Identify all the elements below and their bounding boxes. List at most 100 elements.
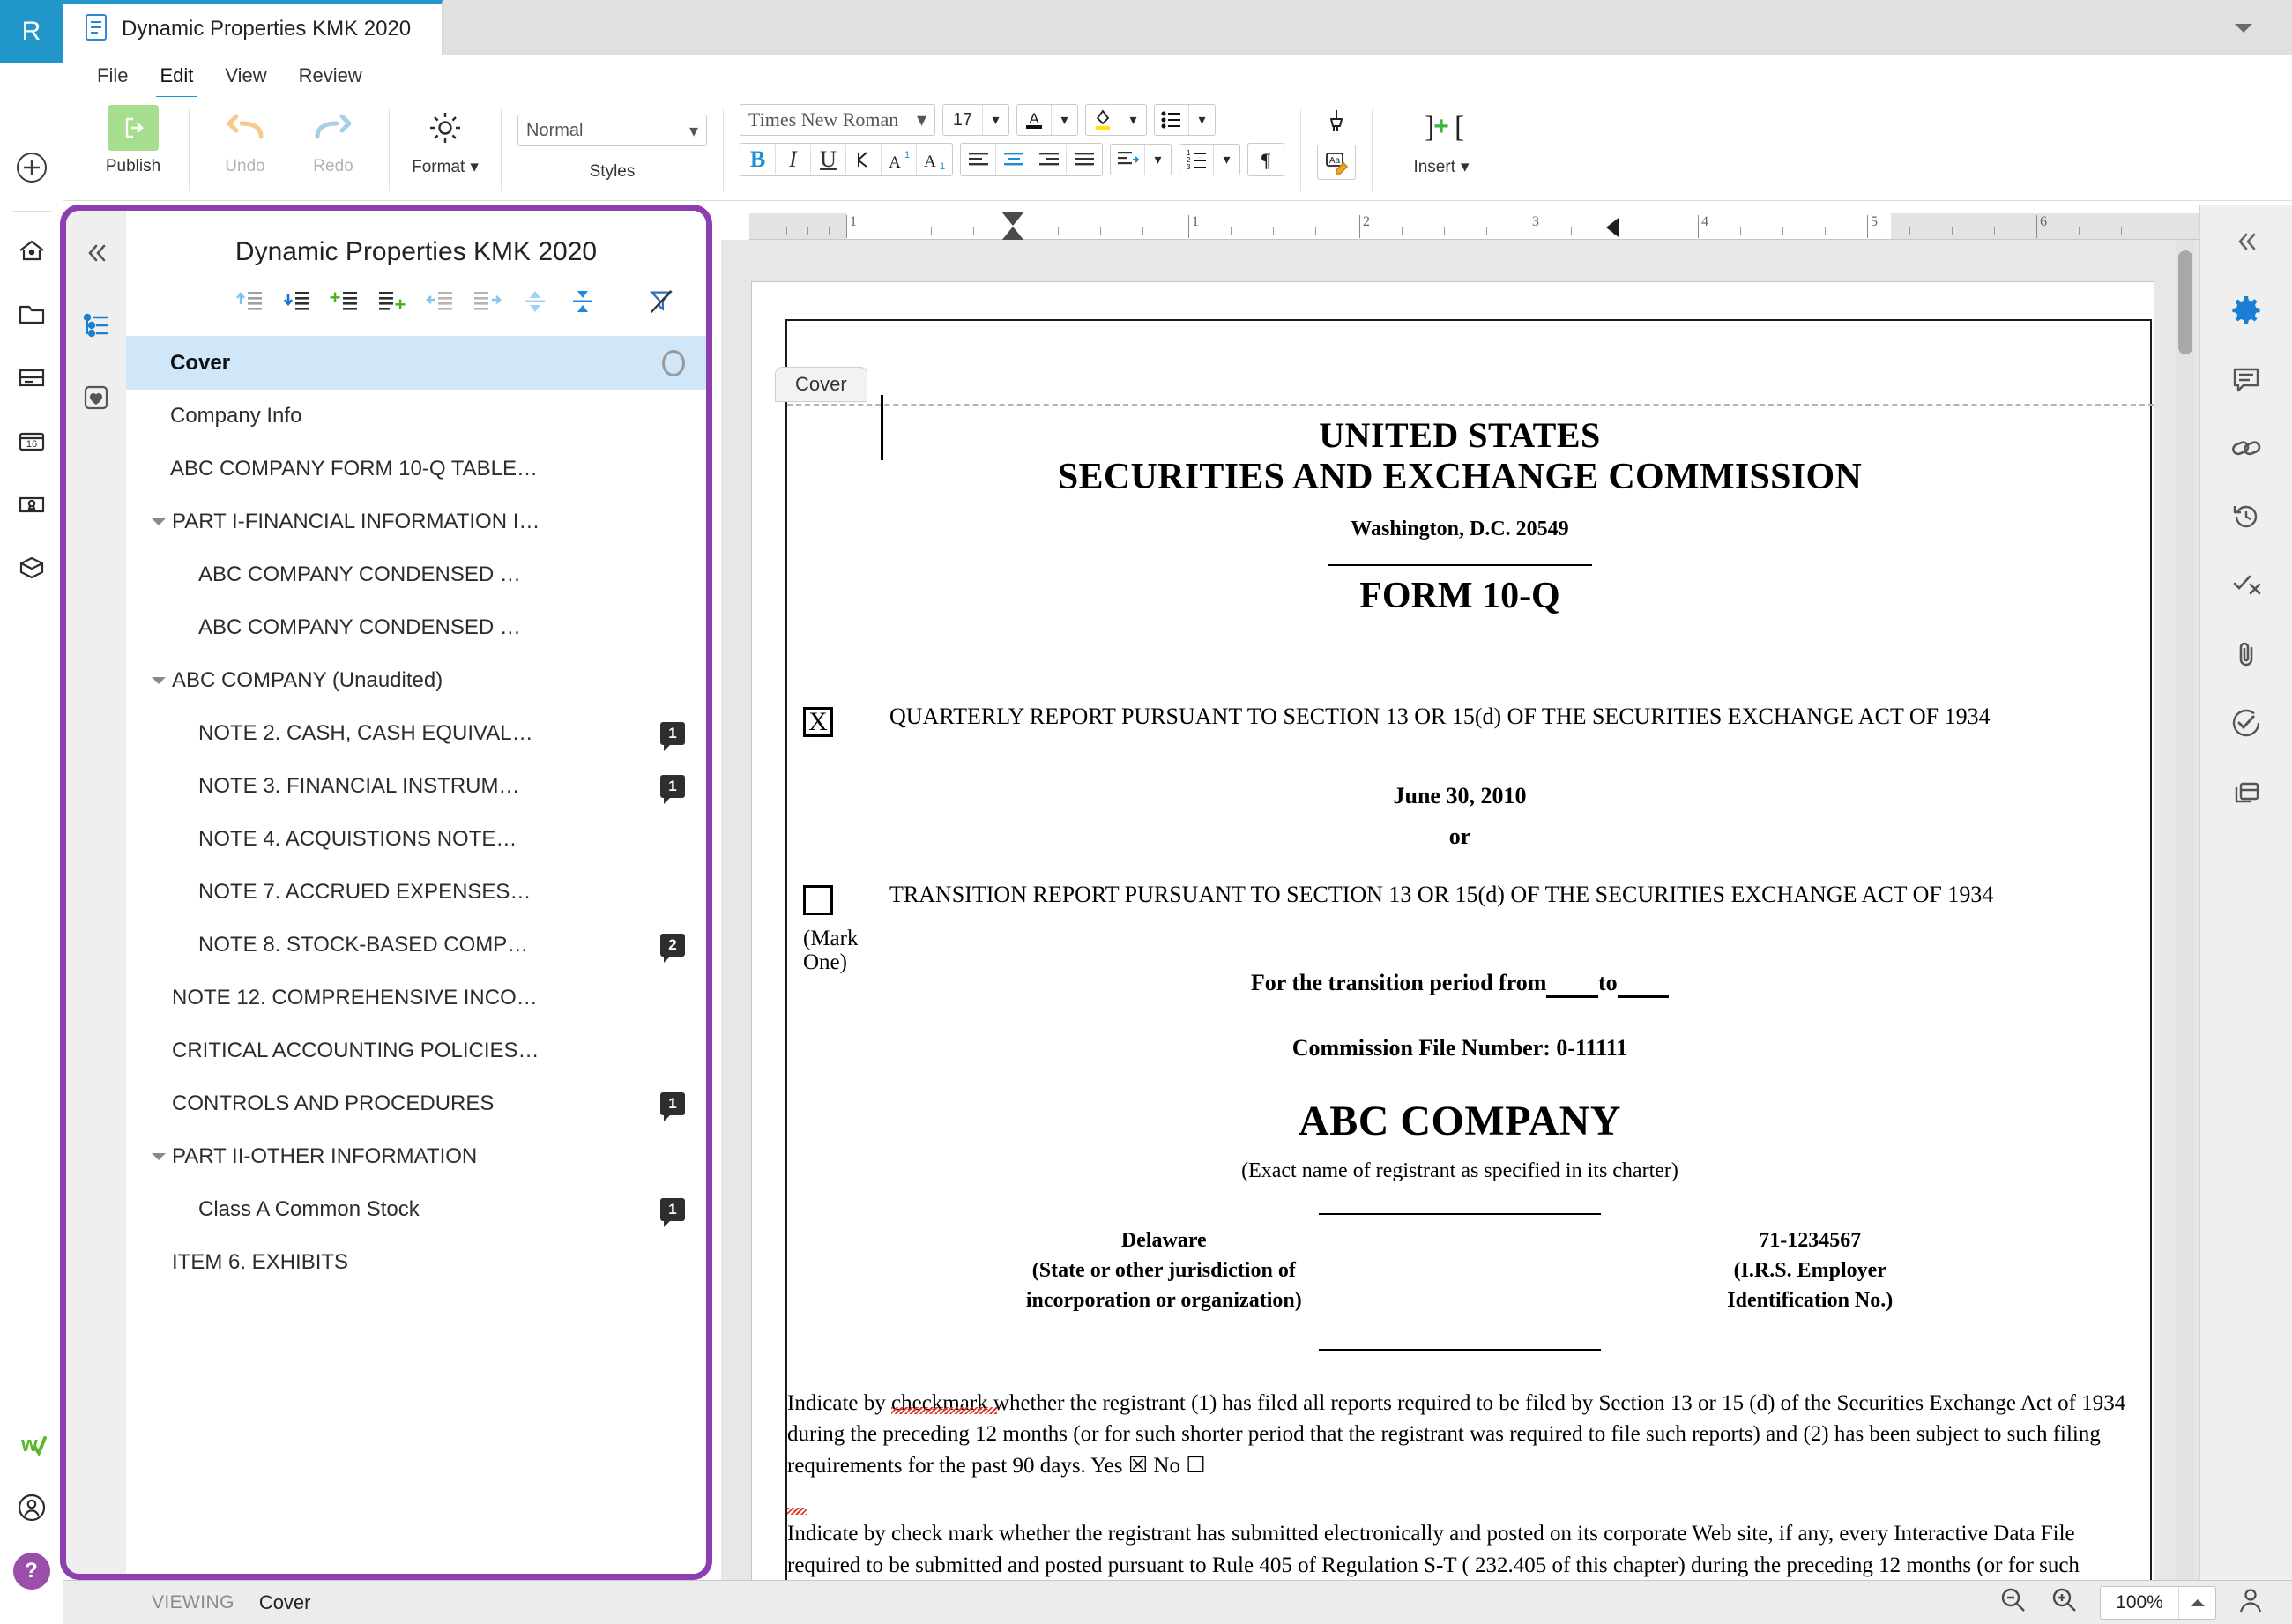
collapse-panel-icon[interactable] xyxy=(2219,217,2273,266)
status-circle-icon[interactable] xyxy=(662,350,685,376)
collapse-all-icon[interactable] xyxy=(568,287,598,317)
indent-marker-top[interactable] xyxy=(1001,212,1024,226)
text-edit-icon[interactable]: Aa xyxy=(1317,145,1356,180)
promote-up-icon[interactable] xyxy=(234,287,264,317)
outline-item-condensed-1[interactable]: ABC COMPANY CONDENSED … xyxy=(126,548,706,601)
chevron-down-icon[interactable]: ▾ xyxy=(1188,105,1215,135)
outline-item-item-6-exhibits[interactable]: ITEM 6. EXHIBITS xyxy=(126,1236,706,1289)
collapse-icon[interactable] xyxy=(73,232,119,274)
comment-count-badge[interactable]: 1 xyxy=(660,1092,685,1115)
align-right-icon[interactable] xyxy=(1031,144,1067,175)
vertical-scrollbar[interactable] xyxy=(2175,240,2194,1580)
align-left-icon[interactable] xyxy=(961,144,996,175)
outline-icon[interactable] xyxy=(73,304,119,346)
user-icon[interactable] xyxy=(0,1476,63,1539)
pilcrow-icon[interactable]: ¶ xyxy=(1248,144,1284,175)
chevron-down-icon[interactable] xyxy=(145,1151,172,1163)
chevron-down-icon[interactable] xyxy=(2230,19,2257,41)
help-icon[interactable]: ? xyxy=(0,1539,63,1603)
chevron-down-icon[interactable]: ▾ xyxy=(1051,105,1077,135)
superscript-icon[interactable]: A1 xyxy=(882,144,917,175)
add-icon[interactable] xyxy=(14,150,49,190)
drawer-icon[interactable] xyxy=(0,346,63,409)
add-section-below-icon[interactable]: + xyxy=(377,287,407,317)
section-tag[interactable]: Cover xyxy=(775,367,867,402)
chevron-up-icon[interactable] xyxy=(2178,1587,2215,1619)
format-painter-icon[interactable] xyxy=(1320,104,1353,138)
calendar-16-icon[interactable]: 16 xyxy=(0,409,63,473)
highlight-button[interactable]: ▾ xyxy=(1085,104,1147,136)
home-icon[interactable] xyxy=(0,219,63,282)
outline-item-note-12[interactable]: NOTE 12. COMPREHENSIVE INCO… xyxy=(126,972,706,1024)
font-color-button[interactable]: A ▾ xyxy=(1016,104,1078,136)
approve-check-icon[interactable] xyxy=(2219,698,2273,748)
horizontal-ruler[interactable]: 1 1 2 3 4 5 6 xyxy=(749,213,2199,240)
outline-item-critical-accounting[interactable]: CRITICAL ACCOUNTING POLICIES… xyxy=(126,1024,706,1077)
outline-item-note-3[interactable]: NOTE 3. FINANCIAL INSTRUM… 1 xyxy=(126,760,706,813)
align-center-icon[interactable] xyxy=(996,144,1031,175)
comment-count-badge[interactable]: 1 xyxy=(660,775,685,798)
chevron-down-icon[interactable] xyxy=(145,674,172,687)
transition-checkbox[interactable] xyxy=(803,885,833,915)
demote-down-icon[interactable] xyxy=(282,287,312,317)
chevron-down-icon[interactable] xyxy=(145,516,172,528)
link-icon[interactable] xyxy=(2219,423,2273,473)
chevron-down-icon[interactable]: ▾ xyxy=(1213,145,1239,175)
menu-item-file[interactable]: File xyxy=(81,59,144,93)
indent-button[interactable]: ▾ xyxy=(1110,144,1172,175)
attachment-icon[interactable] xyxy=(2219,629,2273,679)
right-indent-marker[interactable] xyxy=(1606,218,1619,237)
numbered-list-button[interactable]: 123 ▾ xyxy=(1179,144,1240,175)
history-icon[interactable] xyxy=(2219,492,2273,541)
certificate-mail-icon[interactable] xyxy=(0,473,63,536)
gear-icon[interactable] xyxy=(2219,286,2273,335)
outdent-icon[interactable] xyxy=(425,287,455,317)
app-logo[interactable]: R xyxy=(0,0,63,63)
chevron-down-icon[interactable]: ▾ xyxy=(1120,105,1146,135)
outline-item-note-4[interactable]: NOTE 4. ACQUISTIONS NOTE… xyxy=(126,813,706,866)
folder-icon[interactable] xyxy=(0,282,63,346)
strikethrough-icon[interactable] xyxy=(846,144,882,175)
clear-filter-icon[interactable] xyxy=(646,287,676,317)
outline-item-note-2[interactable]: NOTE 2. CASH, CASH EQUIVAL… 1 xyxy=(126,707,706,760)
expand-collapse-icon[interactable] xyxy=(520,287,550,317)
undo-button[interactable]: Undo xyxy=(205,104,285,176)
bold-button[interactable]: B xyxy=(740,144,776,175)
underline-button[interactable]: U xyxy=(811,144,846,175)
outline-item-part-i[interactable]: PART I-FINANCIAL INFORMATION I… xyxy=(126,495,706,548)
indent-marker-bottom[interactable] xyxy=(1001,227,1024,241)
zoom-in-icon[interactable] xyxy=(2049,1584,2080,1620)
outline-item-abc-unaudited[interactable]: ABC COMPANY (Unaudited) xyxy=(126,654,706,707)
comment-count-badge[interactable]: 1 xyxy=(660,722,685,745)
user-icon[interactable] xyxy=(2236,1585,2266,1620)
outline-item-condensed-2[interactable]: ABC COMPANY CONDENSED … xyxy=(126,601,706,654)
bookmark-heart-icon[interactable] xyxy=(73,376,119,419)
quarterly-checkbox[interactable]: X xyxy=(803,707,833,737)
outline-item-cover[interactable]: Cover xyxy=(126,337,706,390)
document-page[interactable]: Cover UNITED STATES SECURITIES AND EXCHA… xyxy=(752,282,2154,1580)
indent-icon[interactable] xyxy=(473,287,502,317)
outline-item-toc[interactable]: ABC COMPANY FORM 10-Q TABLE… xyxy=(126,443,706,495)
insert-button[interactable]: ]+[ Insert▾ xyxy=(1388,104,1494,177)
document-tab[interactable]: Dynamic Properties KMK 2020 xyxy=(63,0,443,55)
outline-item-company-info[interactable]: Company Info xyxy=(126,390,706,443)
subscript-icon[interactable]: A1 xyxy=(917,144,952,175)
document-body[interactable]: UNITED STATES SECURITIES AND EXCHANGE CO… xyxy=(787,414,2132,1580)
copy-panel-icon[interactable] xyxy=(2219,767,2273,816)
italic-button[interactable]: I xyxy=(776,144,811,175)
format-button[interactable]: Format▾ xyxy=(406,104,485,177)
menu-item-edit[interactable]: Edit xyxy=(144,59,209,93)
check-x-icon[interactable] xyxy=(2219,561,2273,610)
menu-item-view[interactable]: View xyxy=(209,59,282,93)
zoom-select[interactable]: 100% xyxy=(2100,1586,2216,1620)
scrollbar-thumb[interactable] xyxy=(2178,250,2192,354)
zoom-out-icon[interactable] xyxy=(1998,1584,2029,1620)
chevron-down-icon[interactable]: ▾ xyxy=(982,105,1008,135)
add-section-above-icon[interactable]: + xyxy=(330,287,360,317)
chevron-down-icon[interactable]: ▾ xyxy=(1144,145,1171,175)
publish-button[interactable]: Publish xyxy=(93,104,173,176)
box-icon[interactable] xyxy=(0,536,63,600)
align-justify-icon[interactable] xyxy=(1067,144,1102,175)
outline-item-class-a-common-stock[interactable]: Class A Common Stock 1 xyxy=(126,1183,706,1236)
comment-count-badge[interactable]: 2 xyxy=(660,934,685,957)
